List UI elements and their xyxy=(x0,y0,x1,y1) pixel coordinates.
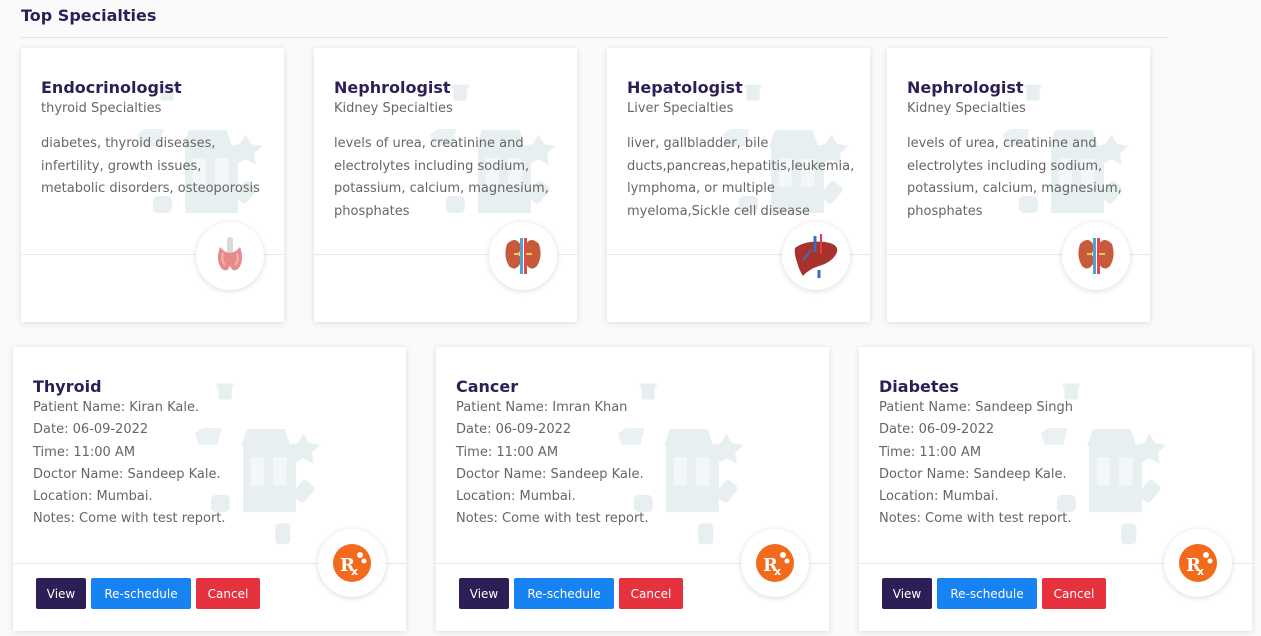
rx-icon-badge: R x xyxy=(318,529,386,597)
specialty-subtitle: thyroid Specialties xyxy=(41,101,162,116)
appointment-date: Date: 06-09-2022 xyxy=(456,422,572,438)
rx-icon-badge: R x xyxy=(1164,529,1232,597)
appointment-time: Time: 11:00 AM xyxy=(456,444,559,460)
specialty-subtitle: Liver Specialties xyxy=(627,101,734,116)
specialty-title: Hepatologist xyxy=(627,78,743,97)
appointment-date: Date: 06-09-2022 xyxy=(33,422,149,438)
appointment-date: Date: 06-09-2022 xyxy=(879,422,995,438)
specialty-title: Nephrologist xyxy=(334,78,451,97)
prescription-rx-icon: R x xyxy=(1179,544,1217,582)
specialty-icon-badge xyxy=(489,222,557,290)
specialty-title: Endocrinologist xyxy=(41,78,182,97)
svg-text:x: x xyxy=(351,565,358,578)
patient-name: Patient Name: Kiran Kale. xyxy=(33,400,200,415)
appointment-card: Thyroid Patient Name: Kiran Kale. Date: … xyxy=(13,347,406,631)
specialty-description: liver, gallbladder, bile ducts,pancreas,… xyxy=(627,136,855,219)
appointment-time: Time: 11:00 AM xyxy=(879,444,982,460)
view-button[interactable]: View xyxy=(882,578,932,609)
appointment-card: Cancer Patient Name: Imran Khan Date: 06… xyxy=(436,347,829,631)
specialty-icon-badge xyxy=(782,222,850,290)
specialty-subtitle: Kidney Specialties xyxy=(907,101,1026,116)
appointment-actions: View Re-schedule Cancel xyxy=(459,578,683,609)
cancel-button[interactable]: Cancel xyxy=(196,578,260,609)
specialty-card[interactable]: Nephrologist Kidney Specialties levels o… xyxy=(314,48,577,322)
specialty-card[interactable]: Hepatologist Liver Specialties liver, ga… xyxy=(607,48,870,322)
rx-icon-badge: R x xyxy=(741,529,809,597)
doctor-name: Doctor Name: Sandeep Kale. xyxy=(456,466,644,482)
specialty-icon-badge xyxy=(196,222,264,290)
specialty-description: levels of urea, creatinine and electroly… xyxy=(907,136,1122,219)
patient-name: Patient Name: Sandeep Singh xyxy=(879,400,1073,415)
kidney-icon xyxy=(1078,238,1114,274)
appointment-location: Location: Mumbai. xyxy=(456,489,576,505)
specialty-card[interactable]: Endocrinologist thyroid Specialties diab… xyxy=(21,48,284,322)
liver-icon xyxy=(794,234,838,278)
reschedule-button[interactable]: Re-schedule xyxy=(937,578,1037,609)
appointment-title: Diabetes xyxy=(879,377,959,396)
specialty-description: diabetes, thyroid diseases, infertility,… xyxy=(41,136,260,196)
appointment-actions: View Re-schedule Cancel xyxy=(882,578,1106,609)
appointment-location: Location: Mumbai. xyxy=(879,489,999,505)
appointment-notes: Notes: Come with test report. xyxy=(879,511,1072,527)
cancel-button[interactable]: Cancel xyxy=(1042,578,1106,609)
specialty-icon-badge xyxy=(1062,222,1130,290)
doctor-name: Doctor Name: Sandeep Kale. xyxy=(33,466,221,482)
reschedule-button[interactable]: Re-schedule xyxy=(91,578,191,609)
appointment-card: Diabetes Patient Name: Sandeep Singh Dat… xyxy=(859,347,1252,631)
appointment-title: Thyroid xyxy=(33,377,102,396)
prescription-rx-icon: R x xyxy=(756,544,794,582)
section-divider xyxy=(21,37,1169,38)
appointment-time: Time: 11:00 AM xyxy=(33,444,136,460)
specialty-subtitle: Kidney Specialties xyxy=(334,101,453,116)
appointment-notes: Notes: Come with test report. xyxy=(33,511,226,527)
view-button[interactable]: View xyxy=(36,578,86,609)
kidney-icon xyxy=(505,238,541,274)
appointment-title: Cancer xyxy=(456,377,519,396)
specialty-description: levels of urea, creatinine and electroly… xyxy=(334,136,549,219)
specialty-title: Nephrologist xyxy=(907,78,1024,97)
svg-text:x: x xyxy=(774,565,781,578)
svg-text:x: x xyxy=(1197,565,1204,578)
thyroid-icon xyxy=(217,237,243,271)
specialty-card[interactable]: Nephrologist Kidney Specialties levels o… xyxy=(887,48,1150,322)
appointment-actions: View Re-schedule Cancel xyxy=(36,578,260,609)
appointment-location: Location: Mumbai. xyxy=(33,489,153,505)
patient-name: Patient Name: Imran Khan xyxy=(456,400,628,415)
cancel-button[interactable]: Cancel xyxy=(619,578,683,609)
appointment-notes: Notes: Come with test report. xyxy=(456,511,649,527)
view-button[interactable]: View xyxy=(459,578,509,609)
prescription-rx-icon: R x xyxy=(333,544,371,582)
doctor-name: Doctor Name: Sandeep Kale. xyxy=(879,466,1067,482)
section-title: Top Specialties xyxy=(21,6,157,25)
reschedule-button[interactable]: Re-schedule xyxy=(514,578,614,609)
